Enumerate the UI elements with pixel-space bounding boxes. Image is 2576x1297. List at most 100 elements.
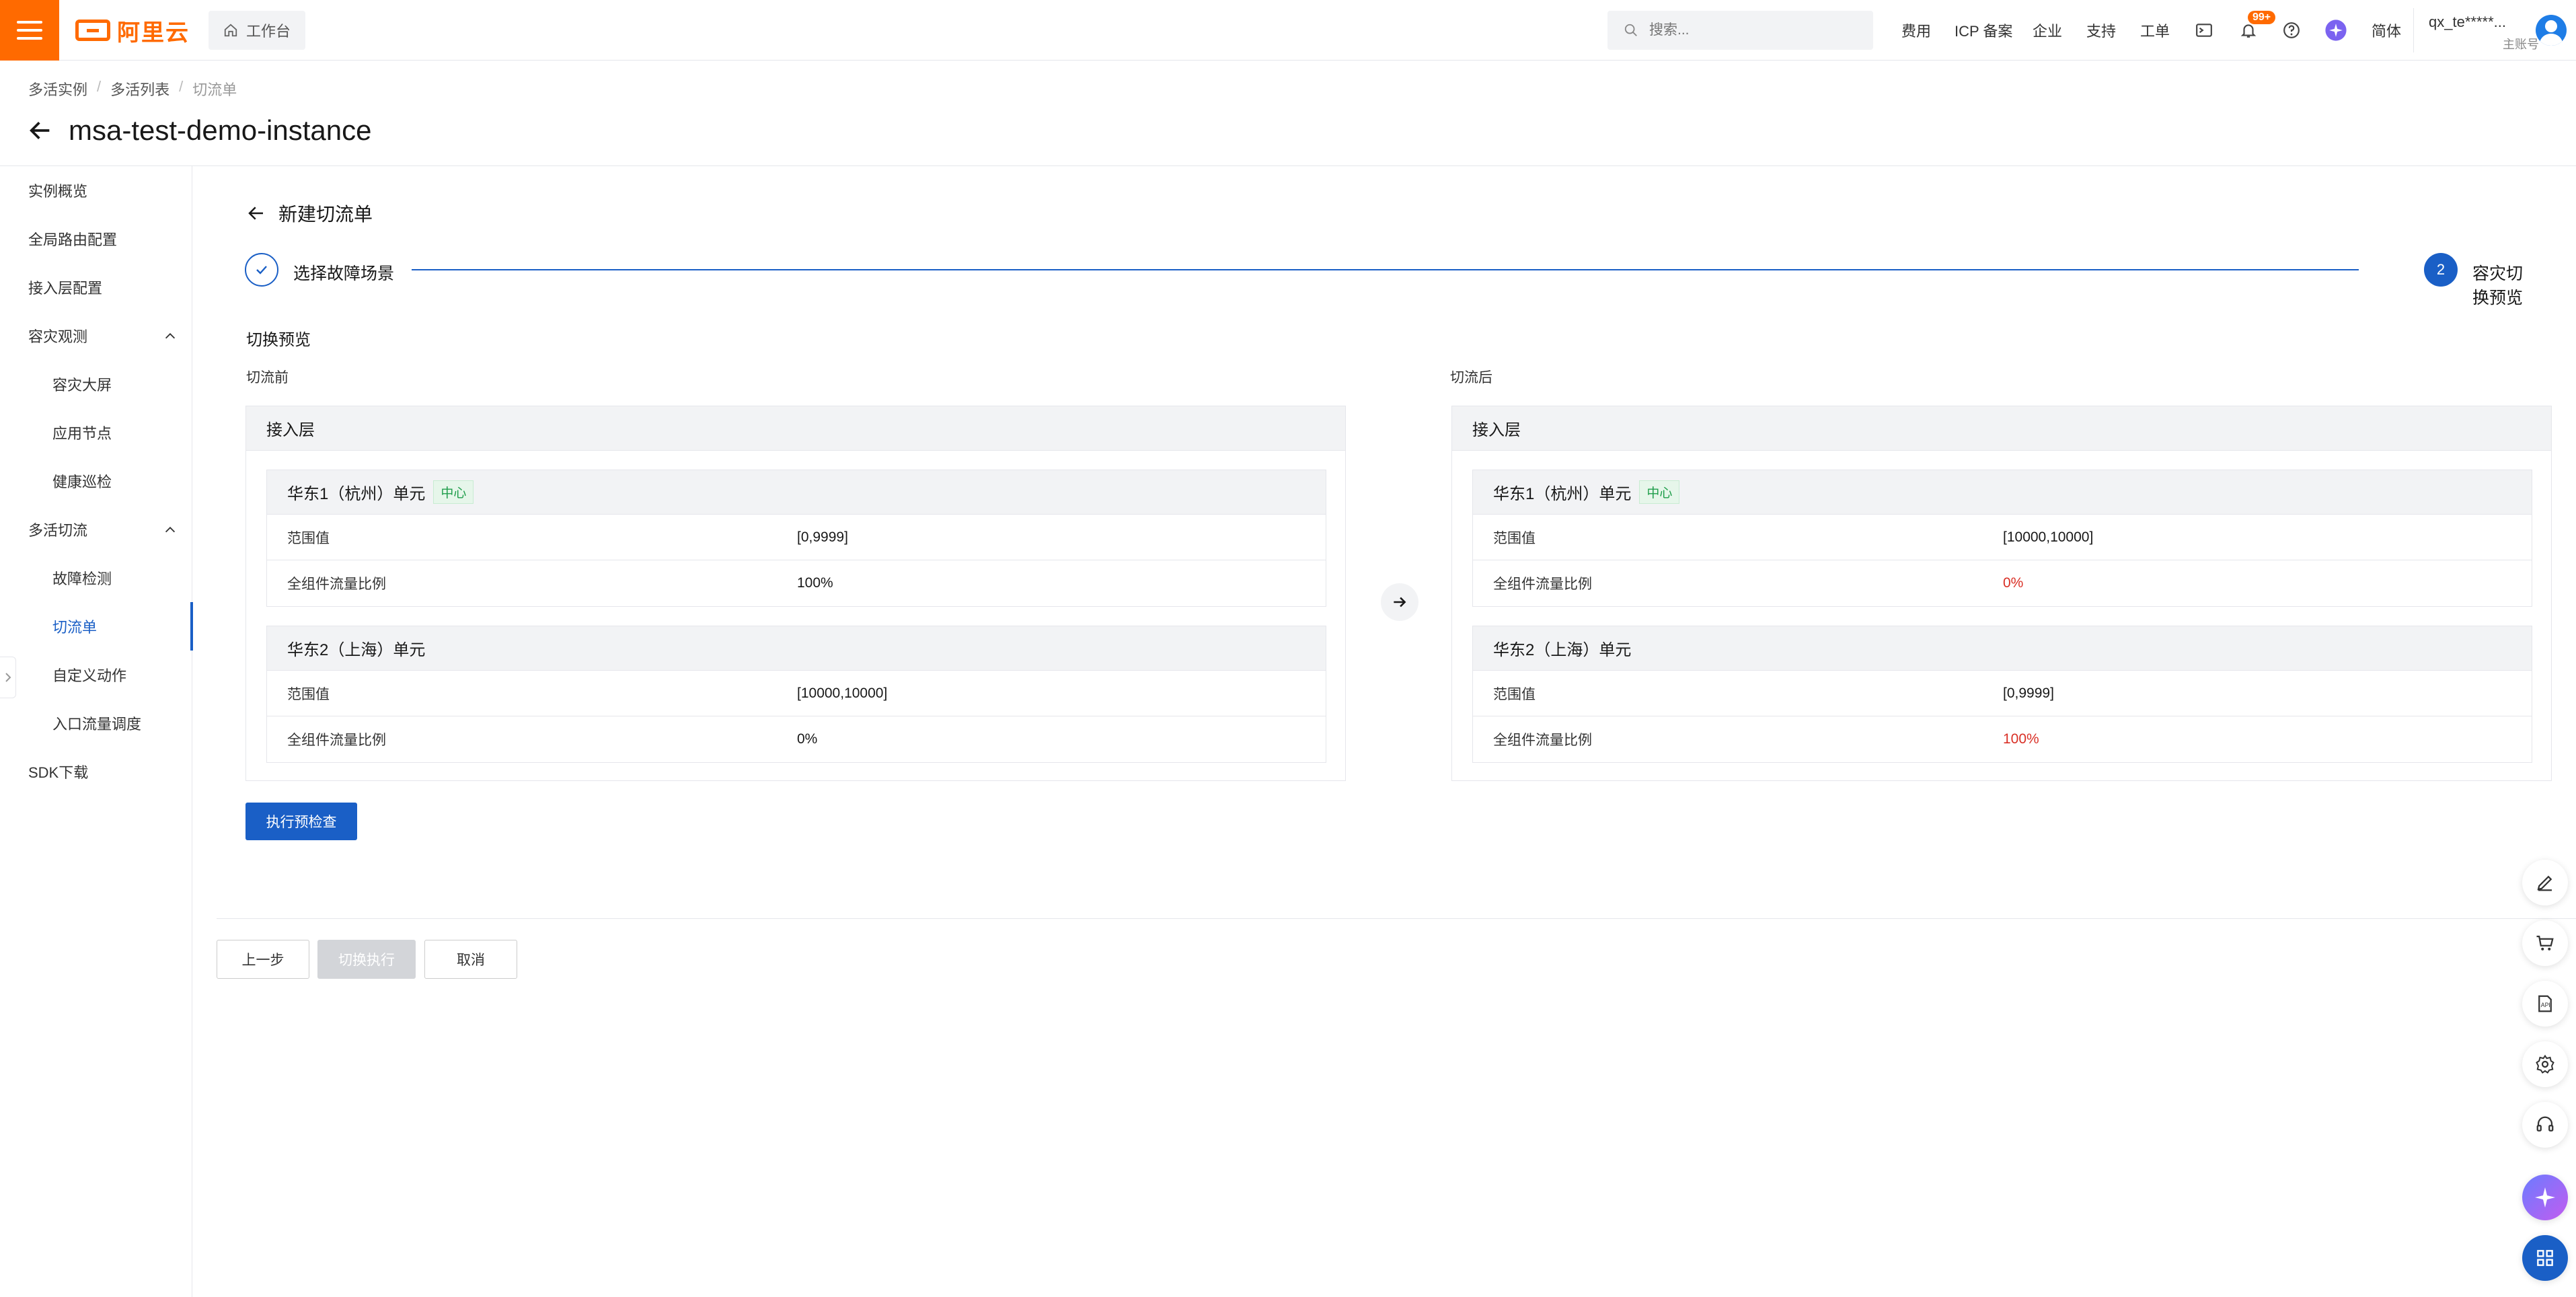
grid-icon (2537, 1250, 2553, 1266)
chevron-up-icon (165, 527, 176, 533)
unit-card-shanghai: 华东2（上海）单元 范围值 [10000,10000] 全组件流量比例 0% (266, 626, 1326, 763)
avatar[interactable] (2536, 15, 2567, 46)
nav-support[interactable]: 支持 (2086, 0, 2116, 61)
sidebar-item-overview[interactable]: 实例概览 (0, 166, 192, 215)
ai-assistant-button[interactable] (2322, 16, 2350, 44)
row-value: 100% (797, 575, 833, 591)
top-bar: 阿里云 工作台 费用 ICP 备案 企业 支持 工单 99+ 简体 qx_te*… (0, 0, 2576, 61)
sidebar-collapse-toggle[interactable] (0, 657, 16, 698)
row-key: 范围值 (1493, 686, 1536, 702)
row-value-changed: 100% (2003, 731, 2039, 747)
help-icon (2283, 22, 2300, 38)
sidebar-group-dr-observe[interactable]: 容灾观测 (0, 311, 192, 360)
execute-switch-button[interactable]: 切换执行 (317, 940, 416, 979)
layer-title: 接入层 (246, 406, 1345, 451)
table-row: 范围值 [0,9999] (267, 515, 1326, 560)
workbench-button[interactable]: 工作台 (209, 11, 306, 50)
cart-button[interactable] (2522, 920, 2568, 966)
sidebar-item-custom-action[interactable]: 自定义动作 (0, 651, 192, 699)
step-2-label: 容灾切换预览 (2472, 264, 2524, 307)
row-key: 全组件流量比例 (1493, 577, 1592, 592)
row-key: 全组件流量比例 (1493, 733, 1592, 748)
row-value: [10000,10000] (2003, 529, 2094, 545)
breadcrumb-item-list[interactable]: 多活列表 (110, 78, 169, 100)
logo-mark-icon (75, 20, 110, 41)
row-key: 范围值 (287, 686, 330, 702)
row-key: 范围值 (1493, 530, 1536, 546)
sidebar-item-health-check[interactable]: 健康巡检 (0, 457, 192, 505)
footer-divider (217, 918, 2576, 919)
transition-arrow (1381, 583, 1418, 621)
search-box[interactable] (1607, 11, 1873, 50)
nav-fees[interactable]: 费用 (1901, 0, 1931, 61)
prev-step-button[interactable]: 上一步 (217, 940, 309, 979)
sidebar-item-dr-dashboard[interactable]: 容灾大屏 (0, 360, 192, 408)
cancel-button[interactable]: 取消 (424, 940, 517, 979)
terminal-icon (2196, 24, 2212, 37)
table-row: 全组件流量比例 100% (267, 560, 1326, 606)
user-name: qx_te*****... (2429, 13, 2506, 30)
after-label: 切流后 (1450, 370, 1492, 385)
nav-enterprise[interactable]: 企业 (2033, 0, 2062, 61)
arrow-right-icon (1394, 597, 1406, 607)
terminal-button[interactable] (2190, 16, 2218, 44)
unit-header: 华东2（上海）单元 (267, 626, 1326, 671)
row-key: 全组件流量比例 (287, 577, 386, 592)
sidebar-item-fault-detection[interactable]: 故障检测 (0, 554, 192, 602)
apps-button[interactable] (2522, 1235, 2568, 1281)
settings-button[interactable] (2522, 1041, 2568, 1087)
step-1-label: 选择故障场景 (293, 264, 395, 283)
sidebar-group-traffic-switch[interactable]: 多活切流 (0, 505, 192, 554)
search-icon (1624, 24, 1637, 36)
api-doc-icon: API (2538, 995, 2552, 1012)
unit-card-hangzhou: 华东1（杭州）单元 中心 范围值 [0,9999] 全组件流量比例 100% (266, 470, 1326, 607)
form-title-text: 新建切流单 (278, 204, 373, 225)
user-account[interactable]: qx_te*****... 主账号 (2413, 8, 2544, 52)
api-button[interactable]: API (2522, 981, 2568, 1027)
main-content: 新建切流单 选择故障场景 2 容灾切换预览 切换预览 切流前 切流后 接入层 华… (192, 166, 2576, 1297)
table-row: 全组件流量比例 100% (1473, 716, 2532, 762)
step-2-circle: 2 (2424, 253, 2458, 287)
search-input[interactable] (1648, 22, 1850, 39)
precheck-button[interactable]: 执行预检查 (245, 803, 357, 840)
row-value: [10000,10000] (797, 685, 888, 701)
help-button[interactable] (2277, 16, 2306, 44)
nav-ticket[interactable]: 工单 (2140, 0, 2170, 61)
table-row: 全组件流量比例 0% (267, 716, 1326, 762)
notification-button[interactable]: 99+ (2234, 11, 2276, 44)
unit-name: 华东1（杭州）单元 (1493, 485, 1632, 503)
ai-spark-icon (2535, 1187, 2555, 1208)
sidebar-item-app-nodes[interactable]: 应用节点 (0, 408, 192, 457)
back-arrow-icon[interactable] (246, 203, 266, 223)
sidebar-item-switch-order[interactable]: 切流单 (0, 602, 193, 651)
home-icon (224, 24, 237, 37)
aliyun-logo[interactable]: 阿里云 (75, 15, 190, 46)
page-title-text: msa-test-demo-instance (69, 114, 372, 146)
sidebar-item-sdk-download[interactable]: SDK下载 (0, 747, 192, 796)
row-value-changed: 0% (2003, 575, 2024, 591)
before-panel: 接入层 华东1（杭州）单元 中心 范围值 [0,9999] 全组件流量比例 10… (245, 406, 1346, 781)
breadcrumb: 多活实例 / 多活列表 / 切流单 (28, 78, 237, 100)
layer-title: 接入层 (1452, 406, 2551, 451)
center-tag: 中心 (1639, 480, 1680, 504)
menu-button[interactable] (0, 0, 59, 61)
back-arrow-icon[interactable] (27, 117, 54, 144)
nav-icp[interactable]: ICP 备案 (1955, 0, 2012, 61)
row-key: 范围值 (287, 530, 330, 546)
language-switch[interactable]: 简体 (2372, 0, 2401, 61)
unit-name: 华东2（上海）单元 (1493, 641, 1632, 659)
form-title: 新建切流单 (246, 200, 373, 227)
table-row: 范围值 [0,9999] (1473, 671, 2532, 716)
notification-badge: 99+ (2248, 11, 2276, 24)
customer-service-button[interactable] (2522, 1102, 2568, 1148)
unit-name: 华东1（杭州）单元 (287, 485, 426, 503)
breadcrumb-separator: / (97, 78, 102, 95)
feedback-button[interactable] (2522, 860, 2568, 905)
edit-icon (2537, 875, 2552, 891)
breadcrumb-item-instances[interactable]: 多活实例 (28, 78, 87, 100)
ai-assistant-float-button[interactable] (2522, 1175, 2568, 1220)
sidebar-item-ingress-scheduling[interactable]: 入口流量调度 (0, 699, 192, 747)
unit-card-shanghai: 华东2（上海）单元 范围值 [0,9999] 全组件流量比例 100% (1472, 626, 2532, 763)
sidebar-item-global-routing[interactable]: 全局路由配置 (0, 215, 192, 263)
sidebar-item-access-layer[interactable]: 接入层配置 (0, 263, 192, 311)
